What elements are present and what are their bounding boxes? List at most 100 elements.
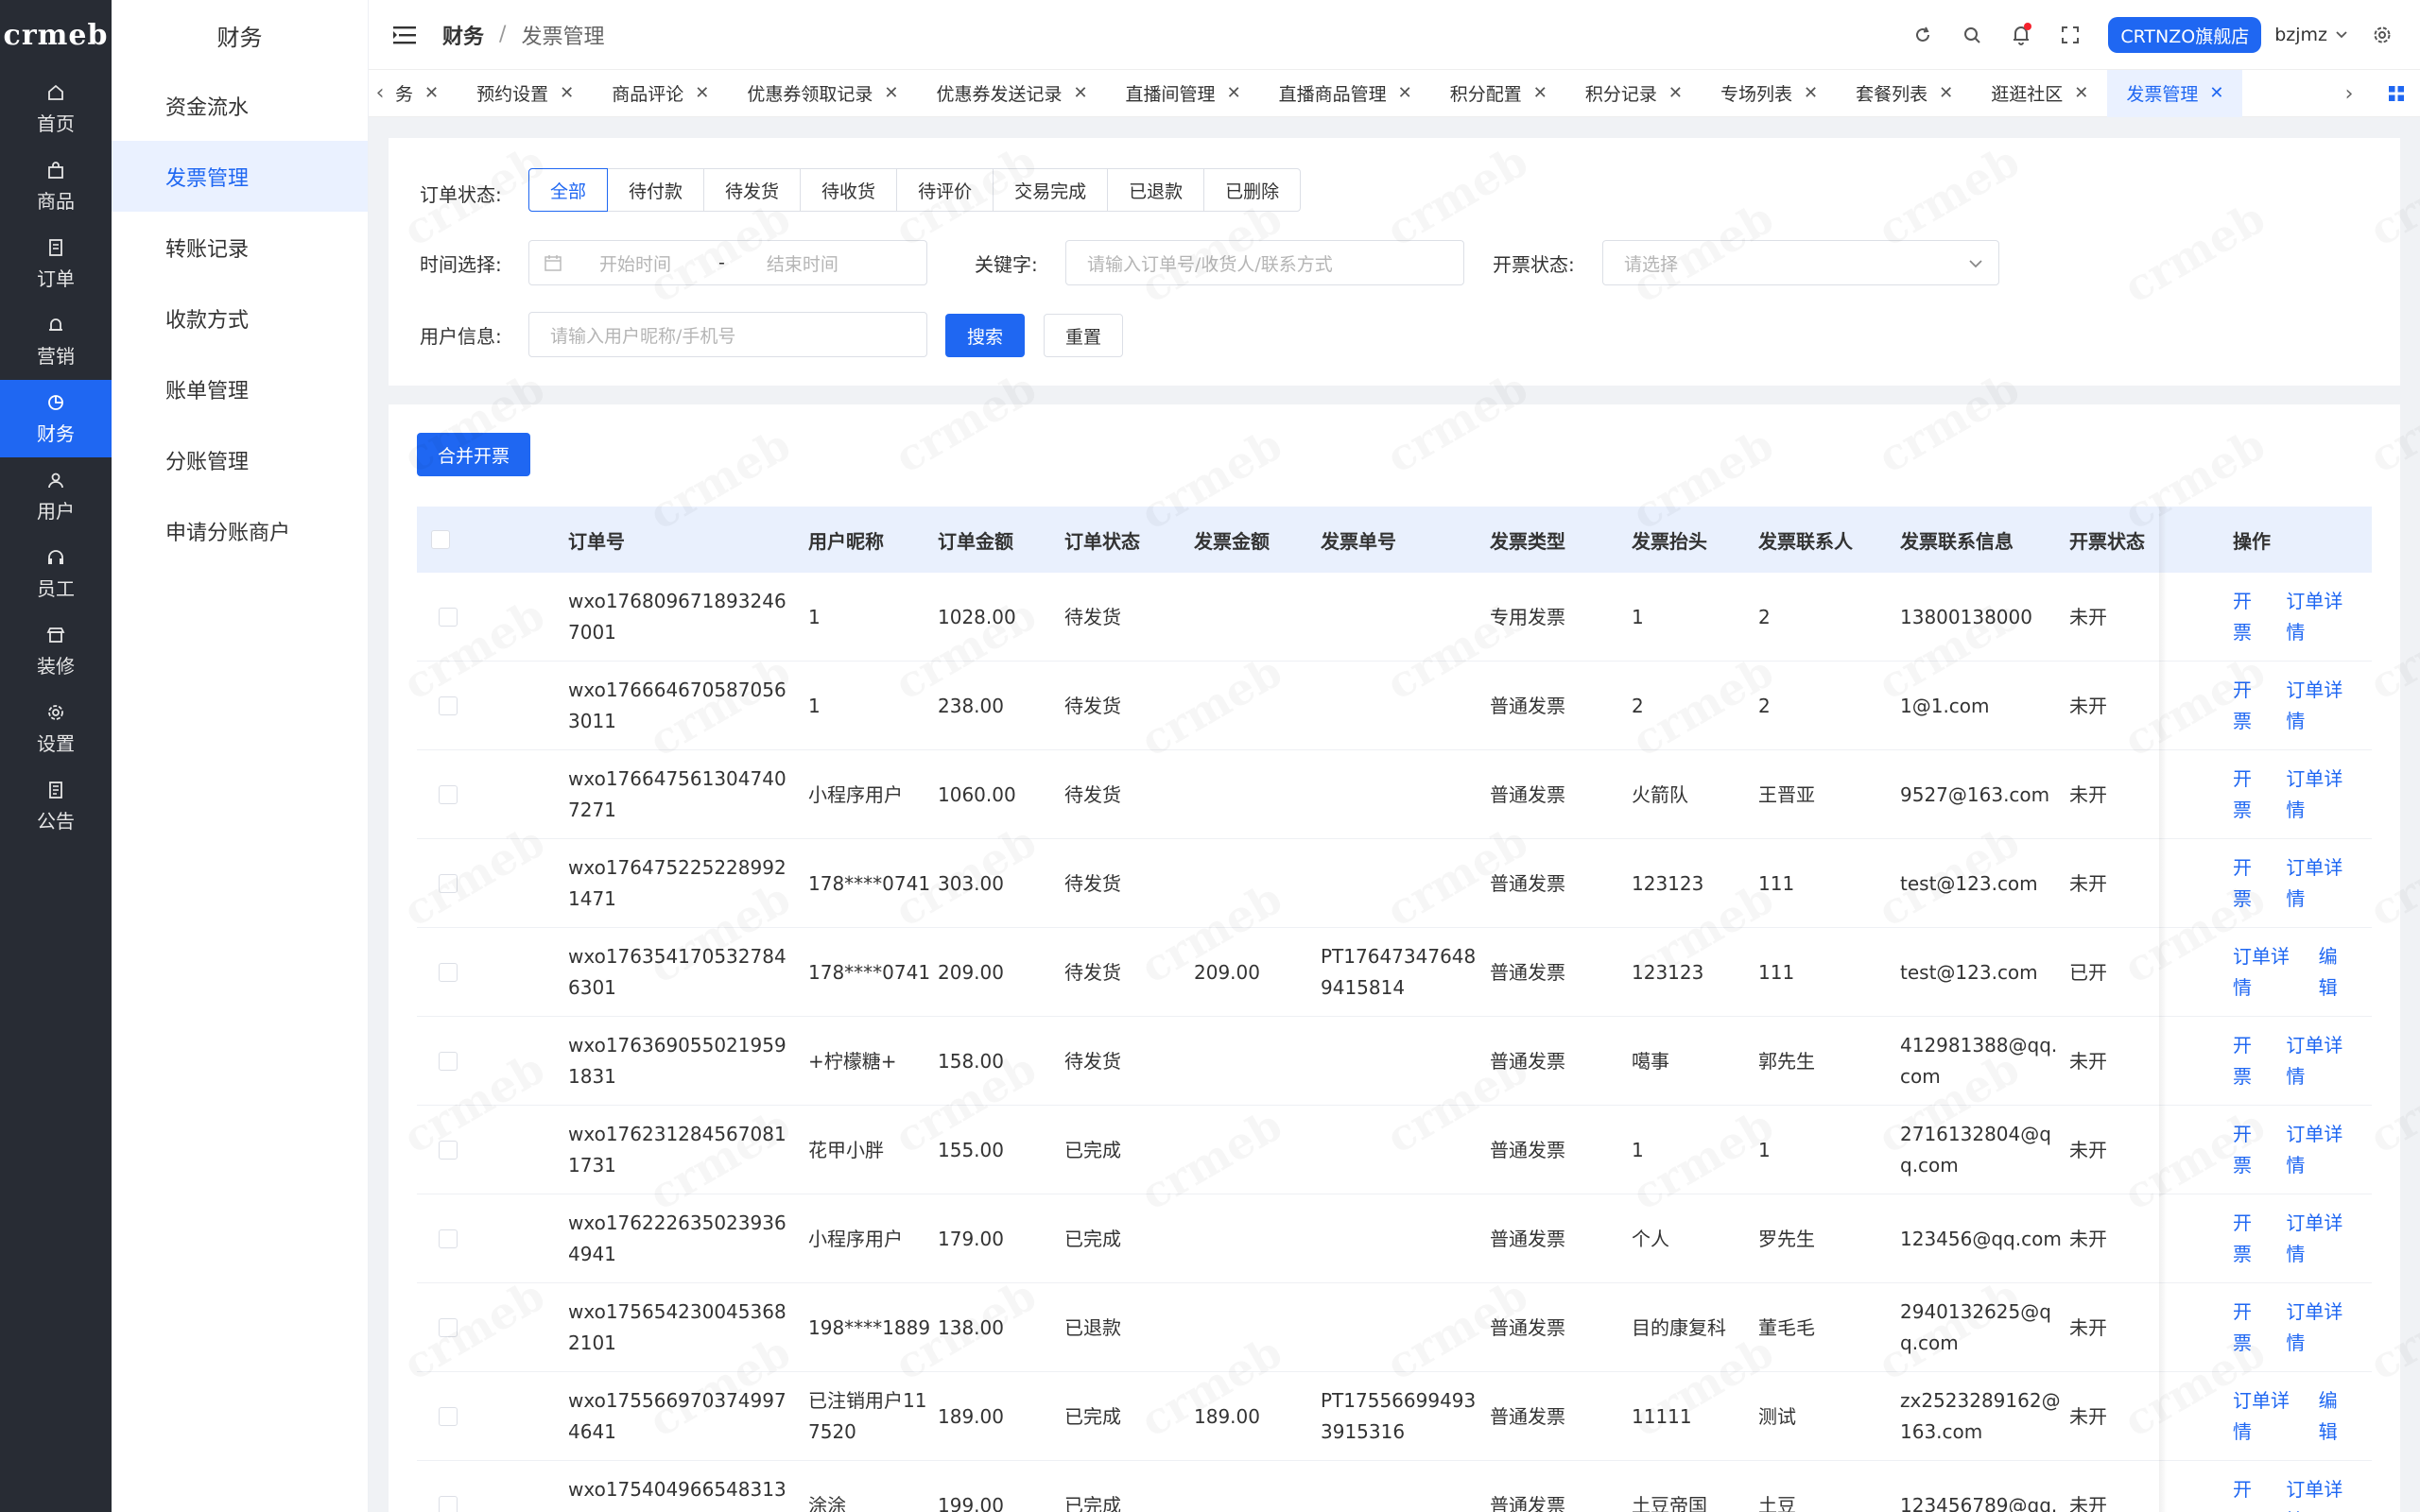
close-icon[interactable]: ✕ [2074,83,2088,103]
settings-gear-icon[interactable] [2370,23,2394,47]
nav-item-5[interactable]: 用户 [0,457,112,535]
tab[interactable]: 优惠券发送记录 ✕ [917,70,1106,117]
close-icon[interactable]: ✕ [2209,83,2223,103]
tab[interactable]: 积分配置 ✕ [1431,70,1566,117]
op-link[interactable]: 订单详情 [2233,1385,2298,1448]
row-checkbox[interactable] [439,1496,458,1512]
logo[interactable]: crmeb [0,0,112,70]
close-icon[interactable]: ✕ [1533,83,1547,103]
op-link[interactable]: 开票 [2233,1297,2265,1359]
submenu-item[interactable]: 账单管理 [112,353,368,424]
tab[interactable]: 务 ✕ [391,70,458,117]
order-status-option[interactable]: 交易完成 [994,169,1109,211]
op-link[interactable]: 开票 [2233,1208,2265,1270]
tab[interactable]: 逛逛社区 ✕ [1972,70,2107,117]
tab[interactable]: 直播商品管理 ✕ [1260,70,1431,117]
op-link[interactable]: 订单详情 [2286,1474,2351,1512]
op-link[interactable]: 订单详情 [2286,1030,2351,1092]
close-icon[interactable]: ✕ [1668,83,1683,103]
nav-item-4[interactable]: 财务 [0,380,112,457]
op-link[interactable]: 订单详情 [2286,764,2351,826]
submenu-item[interactable]: 申请分账商户 [112,495,368,566]
user-menu[interactable]: bzjmz [2274,25,2348,45]
nav-item-1[interactable]: 商品 [0,147,112,225]
order-status-option[interactable]: 待发货 [704,169,802,211]
breadcrumb-parent[interactable]: 财务 [442,20,484,50]
tab[interactable]: 发票管理 ✕ [2107,69,2243,117]
merge-invoice-button[interactable]: 合并开票 [417,433,530,476]
row-checkbox[interactable] [439,1229,458,1248]
order-status-option[interactable]: 全部 [528,168,609,212]
row-checkbox[interactable] [439,1318,458,1337]
op-link[interactable]: 开票 [2233,852,2265,915]
order-status-option[interactable]: 待收货 [801,169,898,211]
row-checkbox[interactable] [439,785,458,804]
op-link[interactable]: 开票 [2233,586,2265,648]
op-link[interactable]: 订单详情 [2286,1297,2351,1359]
close-icon[interactable]: ✕ [1073,83,1087,103]
refresh-icon[interactable] [1910,23,1935,47]
submenu-item[interactable]: 资金流水 [112,70,368,141]
invoice-status-select[interactable]: 请选择 [1602,240,1999,285]
order-status-option[interactable]: 已删除 [1204,169,1300,211]
submenu-item[interactable]: 收款方式 [112,283,368,353]
close-icon[interactable]: ✕ [424,83,439,103]
search-icon[interactable] [1960,23,1984,47]
submenu-item[interactable]: 发票管理 [112,141,368,212]
row-checkbox[interactable] [439,1407,458,1426]
menu-toggle-icon[interactable] [393,25,416,45]
op-link[interactable]: 订单详情 [2286,1208,2351,1270]
close-icon[interactable]: ✕ [1398,83,1412,103]
reset-button[interactable]: 重置 [1044,314,1123,357]
tab[interactable]: 积分记录 ✕ [1566,70,1702,117]
tab[interactable]: 专场列表 ✕ [1702,70,1837,117]
op-link[interactable]: 订单详情 [2286,852,2351,915]
tab[interactable]: 优惠券领取记录 ✕ [728,70,917,117]
nav-item-2[interactable]: 订单 [0,225,112,302]
submenu-item[interactable]: 分账管理 [112,424,368,495]
nav-item-7[interactable]: 装修 [0,612,112,690]
close-icon[interactable]: ✕ [1227,83,1241,103]
keyword-input[interactable]: 请输入订单号/收货人/联系方式 [1065,240,1464,285]
close-icon[interactable]: ✕ [695,83,709,103]
op-link[interactable]: 开票 [2233,1119,2265,1181]
submenu-item[interactable]: 转账记录 [112,212,368,283]
row-checkbox[interactable] [439,963,458,982]
row-checkbox[interactable] [439,696,458,715]
close-icon[interactable]: ✕ [1804,83,1818,103]
op-link[interactable]: 订单详情 [2286,586,2351,648]
search-button[interactable]: 搜索 [945,314,1025,357]
op-link[interactable]: 开票 [2233,675,2265,737]
op-link[interactable]: 订单详情 [2286,1119,2351,1181]
order-status-option[interactable]: 待评价 [897,169,994,211]
nav-item-8[interactable]: 设置 [0,690,112,767]
nav-item-9[interactable]: 公告 [0,767,112,845]
close-icon[interactable]: ✕ [1939,83,1953,103]
tabs-scroll-left-icon[interactable]: ‹ [369,70,391,117]
op-link[interactable]: 订单详情 [2286,675,2351,737]
tabs-scroll-right-icon[interactable]: › [2325,70,2373,117]
store-button[interactable]: CRTNZO旗舰店 [2108,17,2262,53]
nav-item-3[interactable]: 营销 [0,302,112,380]
op-link[interactable]: 开票 [2233,764,2265,826]
row-checkbox[interactable] [439,1052,458,1071]
op-link[interactable]: 编辑 [2319,941,2351,1004]
close-icon[interactable]: ✕ [884,83,898,103]
tab[interactable]: 预约设置 ✕ [458,70,593,117]
tab[interactable]: 套餐列表 ✕ [1837,70,1972,117]
row-checkbox[interactable] [439,1141,458,1160]
order-status-option[interactable]: 待付款 [608,169,705,211]
user-info-input[interactable]: 请输入用户昵称/手机号 [528,312,927,357]
op-link[interactable]: 订单详情 [2233,941,2298,1004]
op-link[interactable]: 编辑 [2319,1385,2351,1448]
nav-item-0[interactable]: 首页 [0,70,112,147]
tabs-menu-grid-icon[interactable] [2373,70,2420,117]
row-checkbox[interactable] [439,874,458,893]
order-status-option[interactable]: 已退款 [1108,169,1205,211]
notification-bell-icon[interactable] [2009,23,2033,47]
select-all-checkbox[interactable] [431,530,450,549]
date-range-picker[interactable]: 开始时间 - 结束时间 [528,240,927,285]
op-link[interactable]: 开票 [2233,1474,2265,1512]
row-checkbox[interactable] [439,608,458,627]
op-link[interactable]: 开票 [2233,1030,2265,1092]
